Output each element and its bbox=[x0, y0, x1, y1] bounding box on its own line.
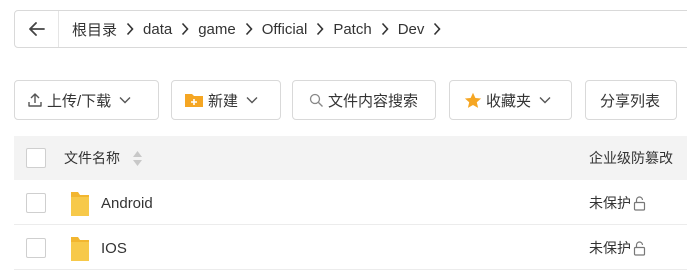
row-checkbox[interactable] bbox=[26, 193, 46, 213]
table-header: 文件名称 企业级防篡改 bbox=[14, 136, 687, 180]
column-header-name[interactable]: 文件名称 bbox=[64, 136, 143, 180]
upload-download-label: 上传/下载 bbox=[47, 92, 112, 110]
select-all-checkbox[interactable] bbox=[26, 148, 46, 168]
chevron-down-icon bbox=[246, 96, 258, 104]
folder-icon bbox=[69, 189, 91, 222]
file-name[interactable]: Android bbox=[101, 181, 153, 225]
content-search-button[interactable]: 文件内容搜索 bbox=[292, 80, 436, 120]
chevron-down-icon bbox=[539, 96, 551, 104]
toolbar: 上传/下载 新建 文件内容搜索 收藏夹 分享列表 bbox=[14, 80, 687, 120]
breadcrumb-item-root[interactable]: 根目录 bbox=[66, 19, 123, 40]
folder-icon bbox=[69, 234, 91, 267]
breadcrumb-item-official[interactable]: Official bbox=[256, 21, 314, 38]
sort-icon[interactable] bbox=[132, 150, 143, 167]
chevron-right-icon bbox=[123, 21, 137, 37]
column-header-protection[interactable]: 企业级防篡改 bbox=[589, 136, 673, 180]
breadcrumb-bar: 根目录 data game Official Patch Dev bbox=[14, 10, 687, 48]
favorites-button[interactable]: 收藏夹 bbox=[449, 80, 572, 120]
file-name[interactable]: IOS bbox=[101, 226, 127, 270]
protection-status: 未保护 bbox=[589, 181, 647, 225]
new-folder-icon bbox=[184, 92, 204, 108]
table-row[interactable]: IOS 未保护 bbox=[14, 226, 687, 270]
share-list-label: 分享列表 bbox=[600, 92, 661, 110]
breadcrumb: 根目录 data game Official Patch Dev bbox=[59, 11, 444, 47]
unlock-icon bbox=[633, 195, 647, 211]
breadcrumb-item-dev[interactable]: Dev bbox=[392, 21, 431, 38]
chevron-right-icon bbox=[313, 21, 327, 37]
new-button[interactable]: 新建 bbox=[171, 80, 281, 120]
share-list-button[interactable]: 分享列表 bbox=[585, 80, 677, 120]
chevron-down-icon bbox=[119, 96, 131, 104]
new-label: 新建 bbox=[208, 92, 239, 110]
breadcrumb-item-game[interactable]: game bbox=[192, 21, 242, 38]
star-icon bbox=[464, 92, 482, 109]
upload-icon bbox=[27, 92, 43, 108]
chevron-right-icon bbox=[378, 21, 392, 37]
row-checkbox[interactable] bbox=[26, 238, 46, 258]
arrow-left-icon bbox=[28, 22, 45, 36]
protection-status: 未保护 bbox=[589, 226, 647, 270]
chevron-right-icon[interactable] bbox=[430, 21, 444, 37]
chevron-right-icon bbox=[178, 21, 192, 37]
favorites-label: 收藏夹 bbox=[486, 92, 532, 110]
search-icon bbox=[309, 93, 324, 108]
content-search-label: 文件内容搜索 bbox=[328, 92, 419, 110]
chevron-right-icon bbox=[242, 21, 256, 37]
breadcrumb-item-patch[interactable]: Patch bbox=[327, 21, 377, 38]
upload-download-button[interactable]: 上传/下载 bbox=[14, 80, 159, 120]
unlock-icon bbox=[633, 240, 647, 256]
breadcrumb-item-data[interactable]: data bbox=[137, 21, 178, 38]
table-row[interactable]: Android 未保护 bbox=[14, 181, 687, 225]
back-button[interactable] bbox=[15, 11, 59, 47]
